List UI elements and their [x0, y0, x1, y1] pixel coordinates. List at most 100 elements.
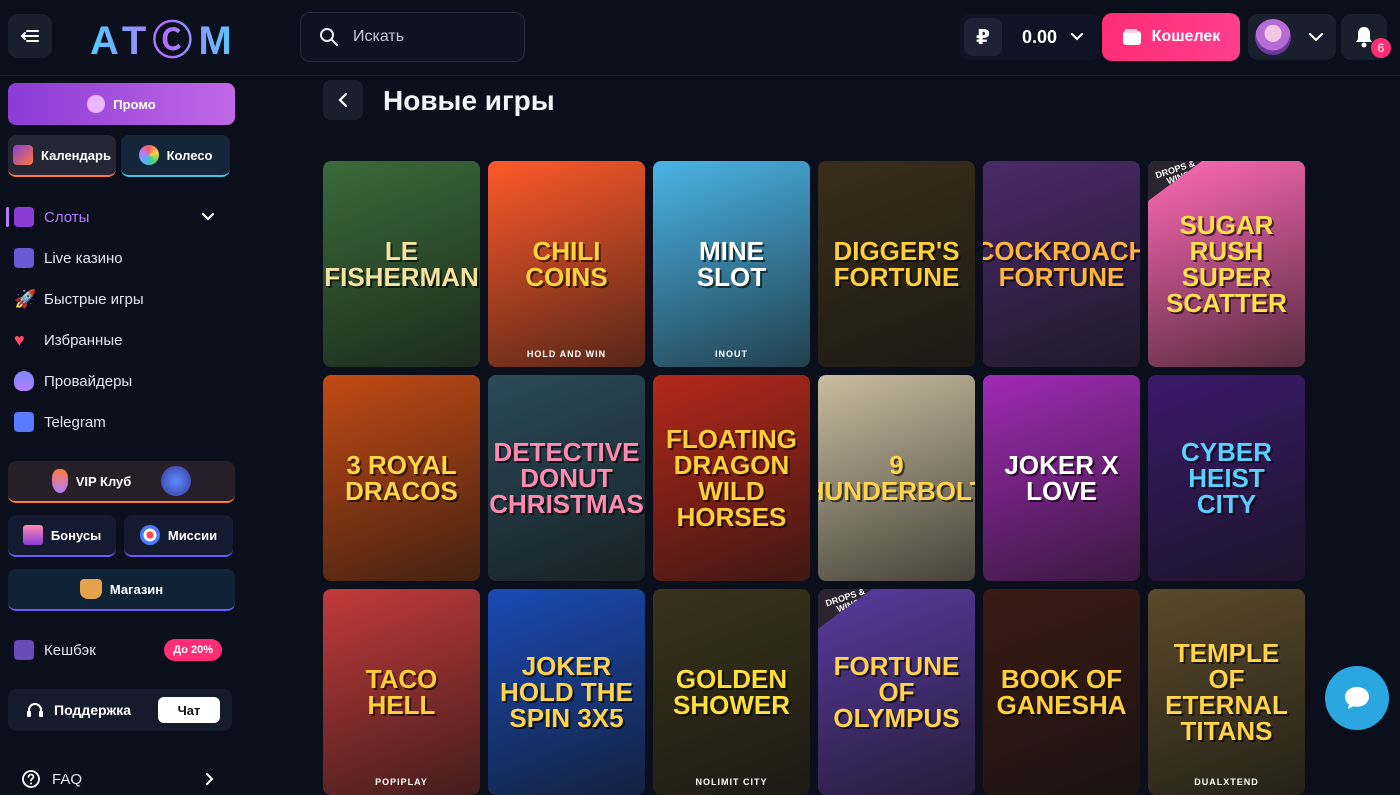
game-title: 3 Royal Dracos: [345, 450, 458, 506]
sidebar-item-providers[interactable]: Провайдеры: [14, 366, 224, 396]
wallet-icon: [1122, 29, 1141, 45]
rocket-icon: 🚀: [14, 288, 37, 309]
live-casino-icon: [14, 248, 34, 268]
target-icon: [139, 525, 160, 545]
game-title: Temple of Eternal Titans: [1165, 638, 1288, 746]
faq-label: FAQ: [52, 770, 83, 788]
game-title: Digger's Fortune: [833, 236, 960, 292]
game-card[interactable]: Temple of Eternal Titans DUALXTEND: [1148, 589, 1305, 795]
cashback-badge: До 20%: [164, 639, 222, 661]
bonuses-button[interactable]: Бонусы: [8, 515, 116, 557]
search-icon: [320, 28, 338, 46]
game-card[interactable]: 3 Royal Dracos: [323, 375, 480, 581]
game-card[interactable]: Floating Dragon Wild Horses: [653, 375, 810, 581]
search-box[interactable]: [300, 12, 525, 62]
game-subtitle: POPIPLAY: [375, 777, 428, 787]
wallet-label: Кошелек: [1151, 28, 1221, 45]
game-card[interactable]: DROPS & WINS Fortune of Olympus: [818, 589, 975, 795]
chevron-down-icon: [1309, 33, 1323, 41]
promo-button[interactable]: Промо: [8, 83, 235, 125]
game-title: Floating Dragon Wild Horses: [666, 424, 797, 532]
potion-icon: [14, 371, 34, 391]
sidebar-item-slots[interactable]: Слоты: [14, 202, 224, 232]
calendar-label: Календарь: [41, 147, 111, 163]
sidebar-item-label: Быстрые игры: [44, 290, 144, 308]
game-card[interactable]: Mine Slot INOUT: [653, 161, 810, 367]
shop-button[interactable]: Магазин: [8, 569, 235, 611]
chat-bubble-icon: [1345, 687, 1369, 709]
profile-menu[interactable]: [1248, 14, 1336, 60]
sidebar-item-favorites[interactable]: ♥ Избранные: [14, 325, 224, 355]
support-label: Поддержка: [54, 702, 132, 718]
wallet-button[interactable]: Кошелек: [1102, 13, 1240, 61]
game-card[interactable]: Le Fisherman: [323, 161, 480, 367]
game-title: Joker Hold the Spin 3x5: [500, 651, 633, 733]
slots-icon: [14, 207, 34, 227]
sidebar-item-telegram[interactable]: Telegram: [14, 407, 224, 437]
notification-count-badge: 6: [1371, 38, 1391, 58]
gift-icon: [22, 525, 43, 545]
game-card[interactable]: Chili Coins HOLD AND WIN: [488, 161, 645, 367]
game-subtitle: INOUT: [715, 349, 748, 359]
chevron-left-icon: [338, 93, 348, 107]
game-title: Sugar Rush Super Scatter: [1166, 210, 1287, 318]
game-title: Le Fisherman: [324, 236, 479, 292]
collapse-menu-button[interactable]: [8, 14, 52, 58]
missions-button[interactable]: Миссии: [124, 515, 233, 557]
game-card[interactable]: Cyber Heist City: [1148, 375, 1305, 581]
game-card[interactable]: Cockroach Fortune: [983, 161, 1140, 367]
game-card[interactable]: Detective Donut Christmas: [488, 375, 645, 581]
balance-selector[interactable]: ₽ 0.00: [960, 14, 1100, 60]
game-title: Joker X Love: [1004, 450, 1119, 506]
sidebar-item-label: Live казино: [44, 249, 123, 267]
telegram-icon: [14, 412, 34, 432]
faq-item[interactable]: FAQ: [22, 767, 218, 791]
sidebar-item-live-casino[interactable]: Live казино: [14, 243, 224, 273]
question-icon: [22, 770, 40, 788]
calendar-button[interactable]: Календарь: [8, 135, 116, 177]
vip-label: VIP Клуб: [75, 473, 132, 489]
wheel-button[interactable]: Колесо: [121, 135, 230, 177]
game-subtitle: HOLD AND WIN: [526, 349, 607, 359]
badge-text: DROPS & WINS: [1154, 161, 1197, 187]
game-card[interactable]: Joker Hold the Spin 3x5: [488, 589, 645, 795]
potion-icon: [51, 469, 68, 493]
game-card[interactable]: Joker X Love: [983, 375, 1140, 581]
game-card[interactable]: 9 Thunderbolts: [818, 375, 975, 581]
game-title: Golden Shower: [673, 664, 790, 720]
game-card[interactable]: Digger's Fortune: [818, 161, 975, 367]
game-subtitle: DUALXTEND: [1194, 777, 1259, 787]
vip-gem-icon: [161, 466, 192, 496]
search-input[interactable]: [353, 28, 503, 46]
drops-wins-badge: DROPS & WINS: [818, 589, 872, 629]
game-title: Detective Donut Christmas: [489, 437, 644, 519]
game-card[interactable]: Golden Shower NOLIMIT CITY: [653, 589, 810, 795]
logo[interactable]: ATⒸM: [90, 16, 238, 63]
chevron-down-icon: [1071, 33, 1084, 41]
game-title: Fortune of Olympus: [833, 651, 960, 733]
chat-button[interactable]: Чат: [158, 697, 220, 723]
cashback-label: Кешбэк: [44, 641, 96, 659]
sidebar-item-fast-games[interactable]: 🚀 Быстрые игры: [14, 284, 224, 314]
headset-icon: [27, 703, 43, 717]
game-card[interactable]: DROPS & WINS Sugar Rush Super Scatter: [1148, 161, 1305, 367]
sidebar-item-label: Telegram: [44, 413, 106, 431]
live-chat-button[interactable]: [1325, 666, 1389, 730]
game-title: Cyber Heist City: [1180, 437, 1272, 519]
vip-club-button[interactable]: VIP Клуб: [8, 461, 235, 503]
game-card[interactable]: Book of Ganesha: [983, 589, 1140, 795]
top-bar: ATⒸM ₽ 0.00 Кошелек 6: [0, 0, 1400, 76]
promo-label: Промо: [113, 96, 156, 112]
games-grid: Le Fisherman Chili Coins HOLD AND WIN Mine …: [323, 161, 1305, 795]
heart-icon: ♥: [14, 329, 25, 350]
cashback-item[interactable]: Кешбэк До 20%: [14, 636, 224, 664]
active-indicator: [6, 207, 9, 227]
game-card[interactable]: Taco Hell POPIPLAY: [323, 589, 480, 795]
balance-value: 0.00: [1022, 26, 1058, 47]
notifications-button[interactable]: 6: [1341, 14, 1391, 60]
back-button[interactable]: [323, 80, 363, 120]
bonuses-label: Бонусы: [50, 527, 102, 543]
chevron-down-icon[interactable]: [202, 213, 214, 221]
chevron-right-icon: [206, 773, 214, 785]
collapse-menu-icon: [20, 30, 39, 42]
